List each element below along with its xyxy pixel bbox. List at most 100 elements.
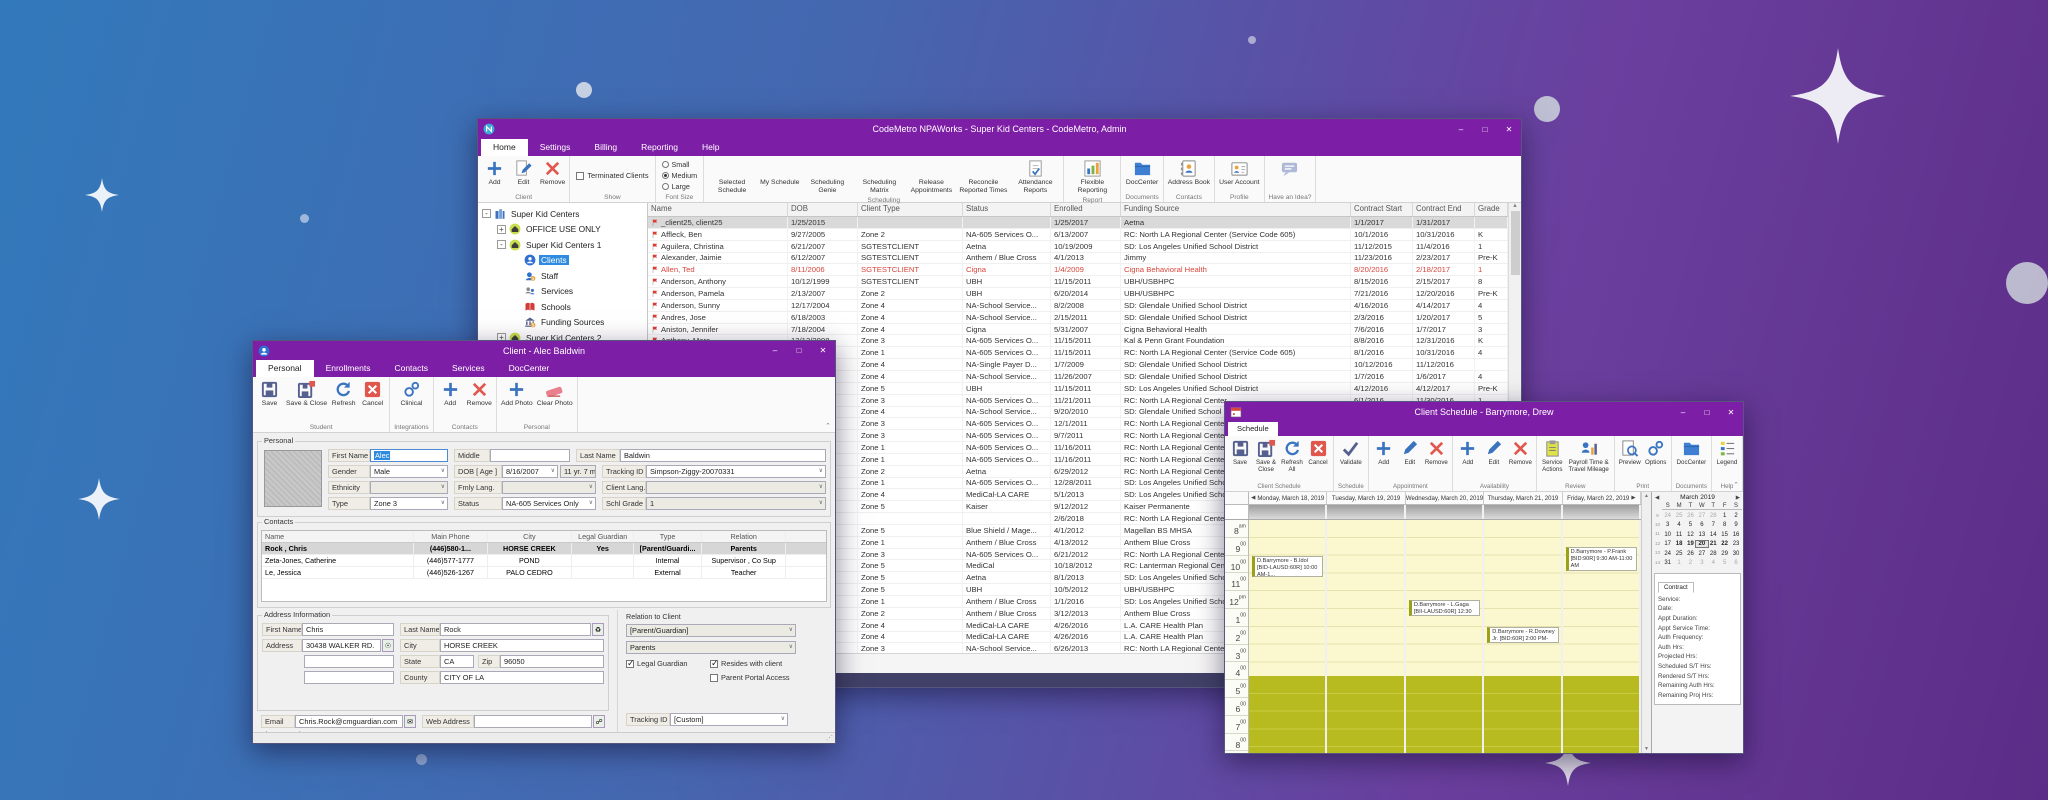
resize-grip-icon[interactable]: ⋰ xyxy=(826,734,833,742)
mini-calendar-day[interactable]: 27 xyxy=(1696,551,1707,557)
tab-personal[interactable]: Personal xyxy=(256,360,314,377)
mini-calendar-day[interactable]: 6 xyxy=(1730,560,1741,566)
save-button[interactable]: Save xyxy=(1227,438,1253,467)
service-actions-button[interactable]: Service Actions xyxy=(1539,438,1566,475)
mini-calendar-day[interactable]: 28 xyxy=(1708,551,1719,557)
release-appointments-button[interactable]: Release Appointments xyxy=(905,158,957,196)
contacts-column-relation[interactable]: Relation xyxy=(702,531,787,542)
day-header-thursday[interactable]: Thursday, March 21, 2019 xyxy=(1484,492,1562,504)
tree-item-schools[interactable]: Schools xyxy=(478,299,647,315)
collapse-ribbon-icon[interactable]: ⌃ xyxy=(825,422,831,430)
attendance-reports-button[interactable]: Attendance Reports xyxy=(1009,158,1061,196)
table-row[interactable]: Anderson, Sunny12/17/2004Zone 4NA-School… xyxy=(648,300,1508,312)
contract-tab[interactable]: Contract xyxy=(1658,582,1694,593)
mini-calendar-day[interactable]: 4 xyxy=(1708,560,1719,566)
scheduling-matrix-button[interactable]: Scheduling Matrix xyxy=(853,158,905,196)
addr-line2-field[interactable] xyxy=(304,655,394,668)
reconcile-reported-times-button[interactable]: Reconcile Reported Times xyxy=(957,158,1009,196)
mini-calendar-day[interactable]: 8 xyxy=(1719,522,1730,528)
mini-calendar-day[interactable]: 27 xyxy=(1696,513,1707,519)
tree-item-funding-sources[interactable]: $Funding Sources xyxy=(478,315,647,331)
mini-calendar-day[interactable]: 15 xyxy=(1719,532,1730,538)
day-header-tuesday[interactable]: Tuesday, March 19, 2019 xyxy=(1327,492,1405,504)
mini-calendar-day[interactable]: 5 xyxy=(1685,522,1696,528)
flexible-reporting-button[interactable]: Flexible Reporting xyxy=(1066,158,1118,196)
scroll-up-icon[interactable]: ▲ xyxy=(1512,203,1518,209)
open-web-icon[interactable]: ☍ xyxy=(593,715,605,728)
doccenter-button[interactable]: DocCenter xyxy=(1124,158,1161,188)
doccenter-button[interactable]: DocCenter xyxy=(1675,438,1709,467)
mini-calendar-day[interactable]: 12 xyxy=(1685,532,1696,538)
selected-schedule-button[interactable]: Selected Schedule xyxy=(706,158,758,196)
tree-item-super-kid-centers-1[interactable]: -Super Kid Centers 1 xyxy=(478,237,647,253)
radio-medium[interactable]: Medium xyxy=(662,171,698,180)
addr-zip-field[interactable]: 96050 xyxy=(500,655,604,668)
user-account-button[interactable]: User Account xyxy=(1217,158,1261,188)
table-row[interactable]: Aguilera, Christina6/21/2007SGTESTCLIENT… xyxy=(648,241,1508,253)
clinical-button[interactable]: Clinical xyxy=(397,379,426,409)
calendar-scrollbar[interactable]: ▲ ▼ xyxy=(1641,492,1651,753)
addr-last-name-field[interactable]: Rock xyxy=(440,623,591,636)
column-header-status[interactable]: Status xyxy=(963,203,1051,216)
gender-select[interactable]: Male xyxy=(370,465,448,478)
allday-cell[interactable] xyxy=(1249,505,1327,519)
next-month-icon[interactable]: ▶ xyxy=(1736,495,1740,501)
contact-row[interactable]: Zeta-Jones, Catherine(446)577-1777PONDIn… xyxy=(262,555,826,567)
mini-calendar-day[interactable]: 1 xyxy=(1673,560,1684,566)
type-select[interactable]: Zone 3 xyxy=(370,497,448,510)
mini-calendar-day[interactable]: 22 xyxy=(1719,541,1730,547)
checkbox-resides-with-client[interactable]: Resides with client xyxy=(710,659,806,668)
checkbox-parent-portal-access[interactable]: Parent Portal Access xyxy=(710,673,806,682)
map-icon[interactable]: ☉ xyxy=(382,639,394,652)
scroll-up-icon[interactable]: ▲ xyxy=(1644,493,1649,499)
tab-schedule[interactable]: Schedule xyxy=(1228,422,1278,436)
address-book-button[interactable]: Address Book xyxy=(1166,158,1212,188)
mini-calendar-day[interactable]: 11 xyxy=(1673,532,1684,538)
appointment[interactable]: D.Barrymore - R.Downey Jr. [BID:60R] 2:0… xyxy=(1487,627,1558,643)
expander-icon[interactable]: - xyxy=(497,240,506,249)
middle-name-field[interactable] xyxy=(490,449,570,462)
clear-photo-button[interactable]: Clear Photo xyxy=(535,379,575,409)
add-button[interactable]: Add xyxy=(1455,438,1481,467)
save-close-button[interactable]: Save & Close xyxy=(284,379,329,409)
main-title-bar[interactable]: CodeMetro NPAWorks - Super Kid Centers -… xyxy=(478,119,1521,139)
table-row[interactable]: Alexander, Jaimie6/12/2007SGTESTCLIENTAn… xyxy=(648,253,1508,265)
appointment[interactable]: D.Barrymore - L.Gaga [BII-LAUSD:60R] 12:… xyxy=(1409,600,1480,616)
save-button[interactable]: Save xyxy=(255,379,284,409)
tab-billing[interactable]: Billing xyxy=(582,139,629,156)
checkbox-terminated-clients[interactable]: Terminated Clients xyxy=(576,171,648,180)
rolodex-icon[interactable]: ♻ xyxy=(592,623,604,636)
scheduling-genie-button[interactable]: Scheduling Genie xyxy=(801,158,853,196)
client-title-bar[interactable]: Client - Alec Baldwin – □ ✕ xyxy=(253,341,835,360)
allday-cell[interactable] xyxy=(1406,505,1484,519)
prev-month-icon[interactable]: ◀ xyxy=(1655,495,1659,501)
mini-calendar-day[interactable]: 24 xyxy=(1662,551,1673,557)
tab-contacts[interactable]: Contacts xyxy=(382,360,440,377)
mini-calendar-day[interactable]: 26 xyxy=(1685,513,1696,519)
school-grade-select[interactable]: 1 xyxy=(646,497,826,510)
schedule-title-bar[interactable]: Client Schedule - Barrymore, Drew – □ ✕ xyxy=(1225,402,1743,422)
column-header-client-type[interactable]: Client Type xyxy=(858,203,963,216)
table-row[interactable]: Allen, Ted8/11/2006SGTESTCLIENTCigna1/4/… xyxy=(648,264,1508,276)
last-name-field[interactable]: Baldwin xyxy=(620,449,826,462)
minimize-button[interactable]: – xyxy=(763,341,787,361)
day-column[interactable]: D.Barrymore - P.Frank [BID:90R] 9:30 AM-… xyxy=(1563,520,1641,753)
column-header-contract-end[interactable]: Contract End xyxy=(1413,203,1475,216)
mini-calendar-day[interactable]: 25 xyxy=(1673,513,1684,519)
day-header-monday[interactable]: ◀Monday, March 18, 2019 xyxy=(1249,492,1327,504)
checkbox-legal-guardian[interactable]: Legal Guardian xyxy=(626,659,710,668)
close-button[interactable]: ✕ xyxy=(1719,402,1743,422)
tree-root[interactable]: -Super Kid Centers xyxy=(478,206,647,222)
mini-calendar-day[interactable]: 6 xyxy=(1696,522,1707,528)
tree-item-services[interactable]: Services xyxy=(478,284,647,300)
addr-line3-field[interactable] xyxy=(304,671,394,684)
status-select[interactable]: NA-605 Services Only xyxy=(502,497,596,510)
mini-calendar-day[interactable]: 2 xyxy=(1730,513,1741,519)
column-header-enrolled[interactable]: Enrolled xyxy=(1051,203,1121,216)
mini-calendar-day[interactable]: 26 xyxy=(1685,551,1696,557)
minimize-button[interactable]: – xyxy=(1449,119,1473,139)
payroll-time-travel-mileage-button[interactable]: Payroll Time & Travel Mileage xyxy=(1566,438,1612,475)
remove-button[interactable]: Remove xyxy=(465,379,494,409)
mini-calendar-day[interactable]: 23 xyxy=(1730,541,1741,547)
mini-calendar-day[interactable]: 7 xyxy=(1708,522,1719,528)
